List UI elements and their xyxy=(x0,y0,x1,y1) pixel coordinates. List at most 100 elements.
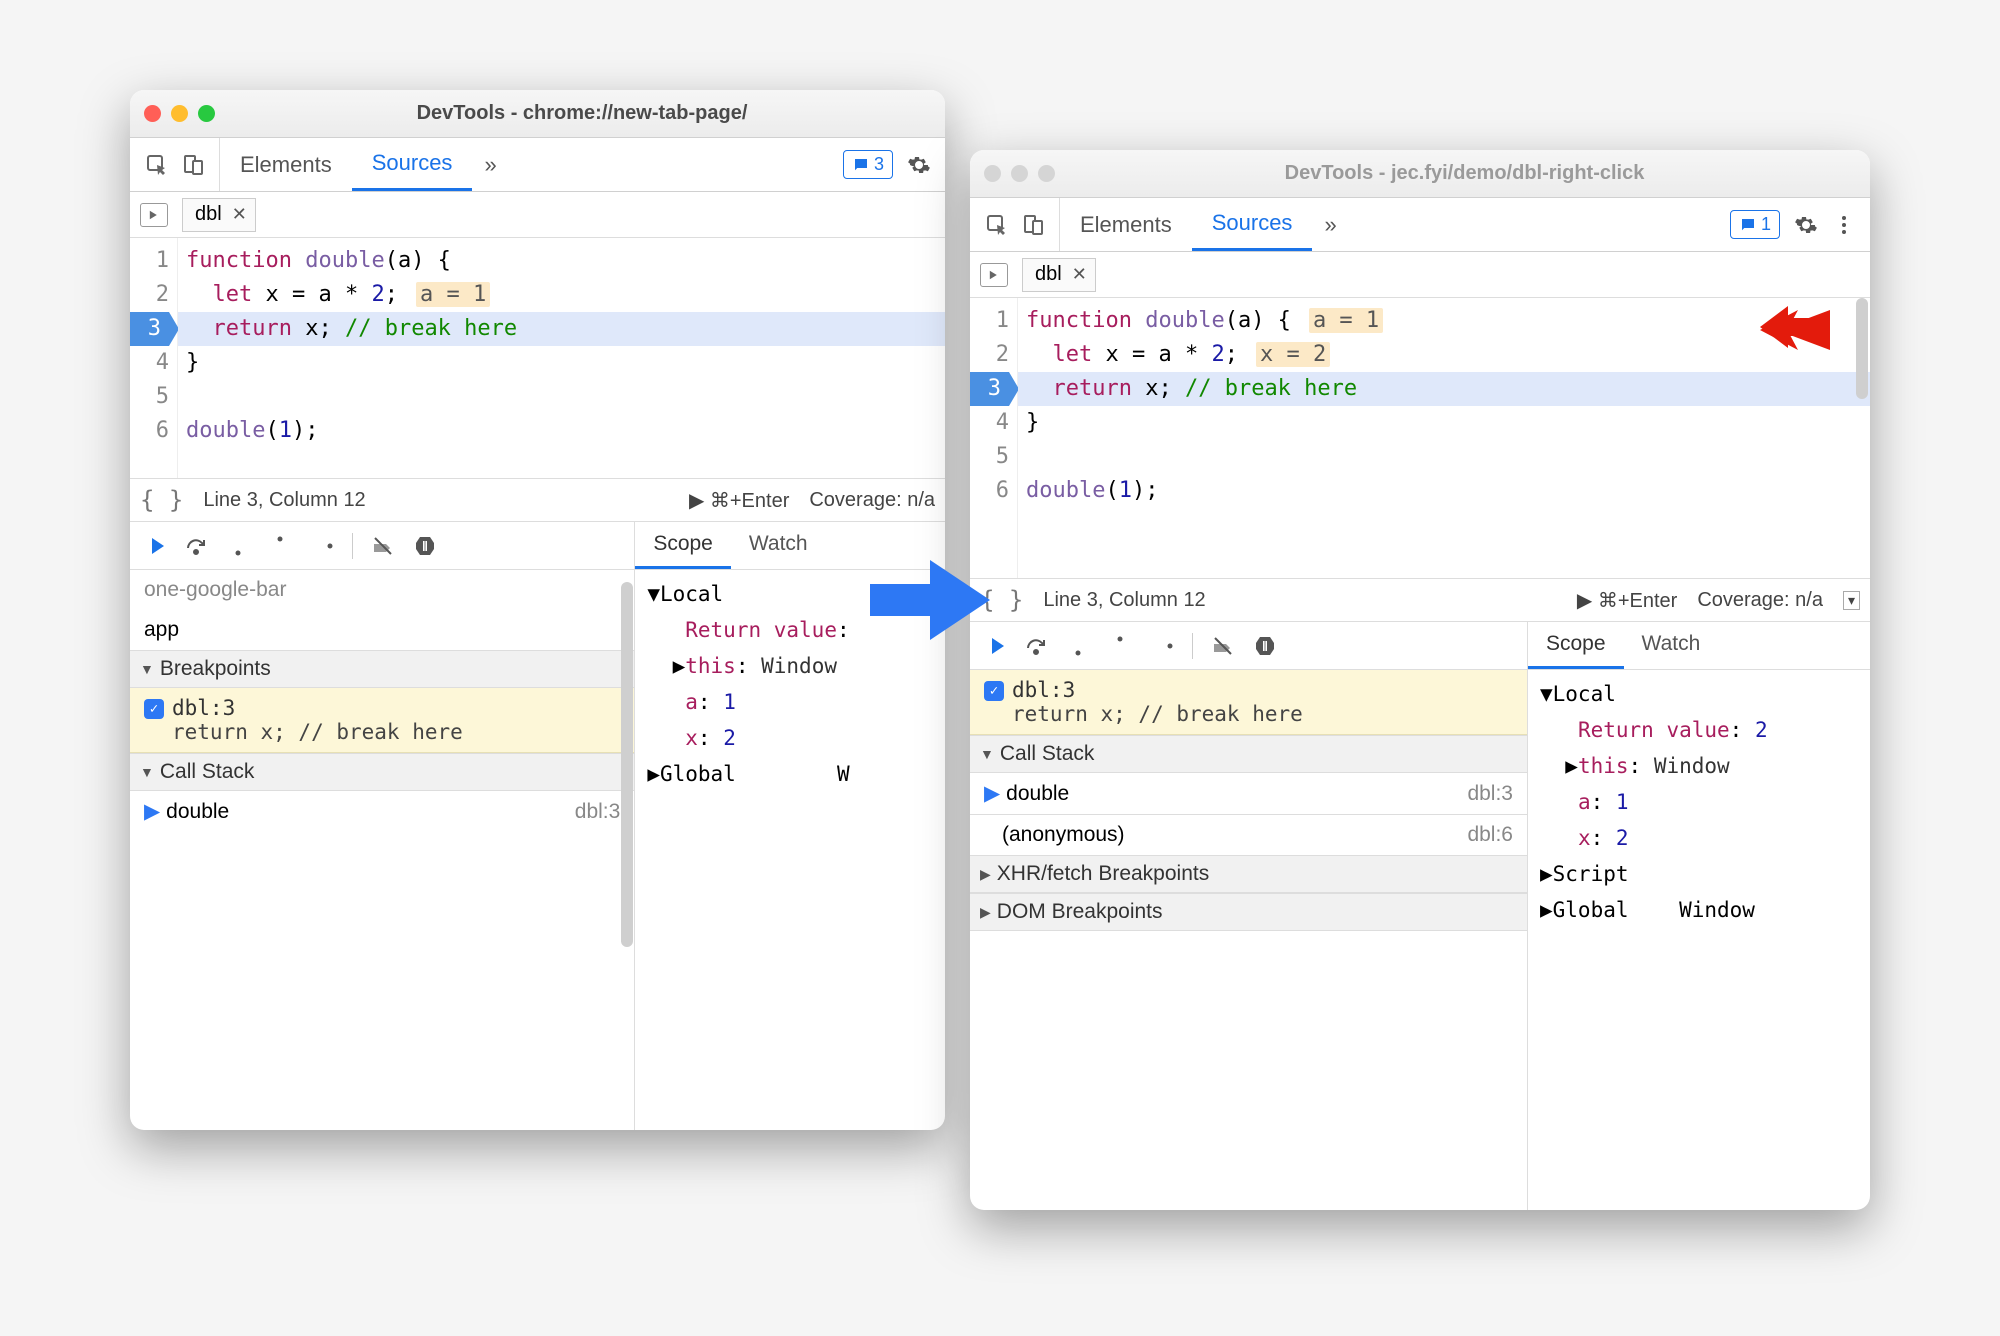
settings-icon[interactable] xyxy=(1794,213,1818,237)
titlebar[interactable]: DevTools - chrome://new-tab-page/ xyxy=(130,90,945,138)
kebab-menu-icon[interactable] xyxy=(1832,213,1856,237)
debugger-left-panel[interactable]: one-google-bar app ▼Breakpoints ✓dbl:3 r… xyxy=(130,570,634,1130)
resume-icon[interactable] xyxy=(142,534,166,558)
step-into-icon[interactable] xyxy=(1066,634,1090,658)
deactivate-breakpoints-icon[interactable] xyxy=(371,534,395,558)
step-icon[interactable] xyxy=(1150,634,1174,658)
debugger-toolbar xyxy=(970,622,1527,670)
code-line[interactable] xyxy=(1018,440,1870,474)
file-tab[interactable]: dbl ✕ xyxy=(182,198,256,232)
settings-icon[interactable] xyxy=(907,153,931,177)
window-close-icon[interactable] xyxy=(144,105,161,122)
code-line[interactable]: let x = a * 2;x = 2 xyxy=(1018,338,1870,372)
code-line[interactable]: } xyxy=(1018,406,1870,440)
callstack-header[interactable]: ▼Call Stack xyxy=(130,753,634,791)
inspect-icon[interactable] xyxy=(985,213,1009,237)
step-out-icon[interactable] xyxy=(1108,634,1132,658)
sidebar-toggle-icon[interactable]: ▾ xyxy=(1843,591,1860,610)
code-line[interactable]: function double(a) { xyxy=(178,244,945,278)
navigator-toggle-icon[interactable] xyxy=(980,263,1008,287)
device-icon[interactable] xyxy=(181,153,205,177)
tab-scope[interactable]: Scope xyxy=(635,522,731,569)
step-over-icon[interactable] xyxy=(184,534,208,558)
more-tabs-icon[interactable]: » xyxy=(472,152,508,178)
scope-row[interactable]: a: 1 xyxy=(639,684,941,720)
callstack-frame[interactable]: ▶double dbl:3 xyxy=(970,773,1527,814)
code-line[interactable] xyxy=(178,380,945,414)
code-line[interactable]: double(1); xyxy=(178,414,945,448)
titlebar[interactable]: DevTools - jec.fyi/demo/dbl-right-click xyxy=(970,150,1870,198)
code-editor[interactable]: 123456 function double(a) {a = 1 let x =… xyxy=(970,298,1870,578)
deactivate-breakpoints-icon[interactable] xyxy=(1211,634,1235,658)
breakpoint-checkbox[interactable]: ✓ xyxy=(144,699,164,719)
scrollbar[interactable] xyxy=(1856,298,1868,399)
code-lines[interactable]: function double(a) {a = 1 let x = a * 2;… xyxy=(1018,298,1870,578)
close-tab-icon[interactable]: ✕ xyxy=(232,204,247,225)
code-line[interactable]: function double(a) {a = 1 xyxy=(1018,304,1870,338)
code-editor[interactable]: 123456 function double(a) { let x = a * … xyxy=(130,238,945,478)
breakpoints-header[interactable]: ▼Breakpoints xyxy=(130,650,634,688)
feedback-badge[interactable]: 1 xyxy=(1730,210,1780,239)
pretty-print-icon[interactable]: { } xyxy=(140,486,183,514)
scope-row[interactable]: ▼Local xyxy=(1532,676,1866,712)
tab-elements[interactable]: Elements xyxy=(1060,198,1192,251)
xhr-breakpoints-header[interactable]: ▶XHR/fetch Breakpoints xyxy=(970,855,1527,893)
inspect-device-buttons[interactable] xyxy=(970,198,1060,251)
scope-body[interactable]: ▼Local Return value: 2 ▶this: Window a: … xyxy=(1528,670,1870,934)
file-tab-label: dbl xyxy=(195,203,222,226)
code-line[interactable]: let x = a * 2;a = 1 xyxy=(178,278,945,312)
breakpoint-item[interactable]: ✓dbl:3 return x; // break here xyxy=(970,670,1527,735)
scope-row[interactable]: x: 2 xyxy=(639,720,941,756)
window-maximize-icon[interactable] xyxy=(198,105,215,122)
panel-tabstrip: Elements Sources » 3 xyxy=(130,138,945,192)
callstack-header[interactable]: ▼Call Stack xyxy=(970,735,1527,773)
line-gutter[interactable]: 123456 xyxy=(130,238,178,478)
scope-row[interactable]: ▶this: Window xyxy=(639,648,941,684)
step-over-icon[interactable] xyxy=(1024,634,1048,658)
code-line[interactable]: } xyxy=(178,346,945,380)
file-tab[interactable]: dbl ✕ xyxy=(1022,258,1096,292)
tab-watch[interactable]: Watch xyxy=(731,522,826,569)
inspect-device-buttons[interactable] xyxy=(130,138,220,191)
window-maximize-icon[interactable] xyxy=(1038,165,1055,182)
navigator-toggle-icon[interactable] xyxy=(140,203,168,227)
window-minimize-icon[interactable] xyxy=(171,105,188,122)
step-into-icon[interactable] xyxy=(226,534,250,558)
inspect-icon[interactable] xyxy=(145,153,169,177)
feedback-badge[interactable]: 3 xyxy=(843,150,893,179)
tab-watch[interactable]: Watch xyxy=(1624,622,1719,669)
window-minimize-icon[interactable] xyxy=(1011,165,1028,182)
tab-sources[interactable]: Sources xyxy=(352,138,473,191)
line-gutter[interactable]: 123456 xyxy=(970,298,1018,578)
breakpoint-item[interactable]: ✓dbl:3 return x; // break here xyxy=(130,688,634,753)
code-line[interactable]: return x; // break here xyxy=(1018,372,1870,406)
scope-row[interactable]: ▶this: Window xyxy=(1532,748,1866,784)
code-lines[interactable]: function double(a) { let x = a * 2;a = 1… xyxy=(178,238,945,478)
code-line[interactable]: double(1); xyxy=(1018,474,1870,508)
tab-elements[interactable]: Elements xyxy=(220,138,352,191)
pause-exceptions-icon[interactable] xyxy=(1253,634,1277,658)
dom-breakpoints-header[interactable]: ▶DOM Breakpoints xyxy=(970,893,1527,931)
scope-row[interactable]: x: 2 xyxy=(1532,820,1866,856)
scope-row[interactable]: ▶Global W xyxy=(639,756,941,792)
scope-row[interactable]: ▶Global Window xyxy=(1532,892,1866,928)
window-close-icon[interactable] xyxy=(984,165,1001,182)
callstack-frame[interactable]: (anonymous) dbl:6 xyxy=(970,814,1527,855)
scrollbar[interactable] xyxy=(621,582,633,947)
device-icon[interactable] xyxy=(1021,213,1045,237)
callstack-frame[interactable]: ▶double dbl:3 xyxy=(130,791,634,832)
debugger-left-panel[interactable]: ✓dbl:3 return x; // break here ▼Call Sta… xyxy=(970,670,1527,1210)
pause-exceptions-icon[interactable] xyxy=(413,534,437,558)
app-row[interactable]: app xyxy=(130,610,634,650)
breakpoint-checkbox[interactable]: ✓ xyxy=(984,681,1004,701)
tab-sources[interactable]: Sources xyxy=(1192,198,1313,251)
code-line[interactable]: return x; // break here xyxy=(178,312,945,346)
scope-row[interactable]: ▶Script xyxy=(1532,856,1866,892)
scope-row[interactable]: a: 1 xyxy=(1532,784,1866,820)
step-icon[interactable] xyxy=(310,534,334,558)
close-tab-icon[interactable]: ✕ xyxy=(1072,264,1087,285)
more-tabs-icon[interactable]: » xyxy=(1312,212,1348,238)
step-out-icon[interactable] xyxy=(268,534,292,558)
scope-row[interactable]: Return value: 2 xyxy=(1532,712,1866,748)
tab-scope[interactable]: Scope xyxy=(1528,622,1624,669)
